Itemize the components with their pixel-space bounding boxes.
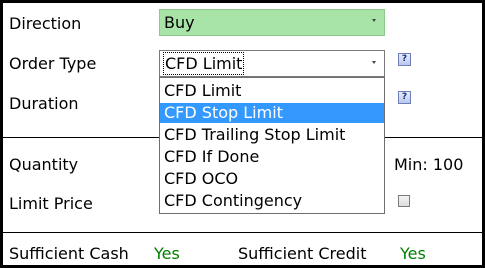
sufficient-credit-label: Sufficient Credit: [238, 244, 367, 263]
quantity-min: Min: 100: [394, 155, 464, 174]
direction-label: Direction: [9, 14, 82, 33]
chevron-down-icon: [372, 61, 376, 64]
sufficient-credit-value: Yes: [400, 244, 426, 263]
sufficient-cash-value: Yes: [154, 244, 180, 263]
dropdown-option[interactable]: CFD If Done: [160, 147, 384, 167]
dropdown-option[interactable]: CFD Limit: [160, 81, 384, 101]
order-type-dropdown: CFD Limit CFD Stop Limit CFD Trailing St…: [159, 77, 385, 214]
limit-price-checkbox[interactable]: [398, 195, 410, 207]
direction-value: Buy: [164, 13, 195, 32]
order-type-value: CFD Limit: [162, 52, 245, 75]
chevron-down-icon: [372, 19, 376, 22]
dropdown-option[interactable]: CFD Stop Limit: [160, 103, 384, 123]
duration-label: Duration: [9, 94, 79, 113]
dropdown-option[interactable]: CFD Trailing Stop Limit: [160, 125, 384, 145]
section-divider: [3, 232, 482, 233]
order-type-label: Order Type: [9, 54, 97, 73]
limit-price-label: Limit Price: [9, 194, 93, 213]
dropdown-option[interactable]: CFD Contingency: [160, 191, 384, 211]
order-form: Direction Buy Order Type CFD Limit ? Dur…: [3, 3, 482, 265]
quantity-label: Quantity: [9, 155, 79, 174]
sufficient-cash-label: Sufficient Cash: [9, 244, 129, 263]
direction-select[interactable]: Buy: [159, 9, 385, 36]
dropdown-option[interactable]: CFD OCO: [160, 169, 384, 189]
order-type-help-icon[interactable]: ?: [398, 53, 411, 66]
duration-help-icon[interactable]: ?: [398, 91, 411, 104]
order-type-select[interactable]: CFD Limit: [159, 50, 385, 77]
